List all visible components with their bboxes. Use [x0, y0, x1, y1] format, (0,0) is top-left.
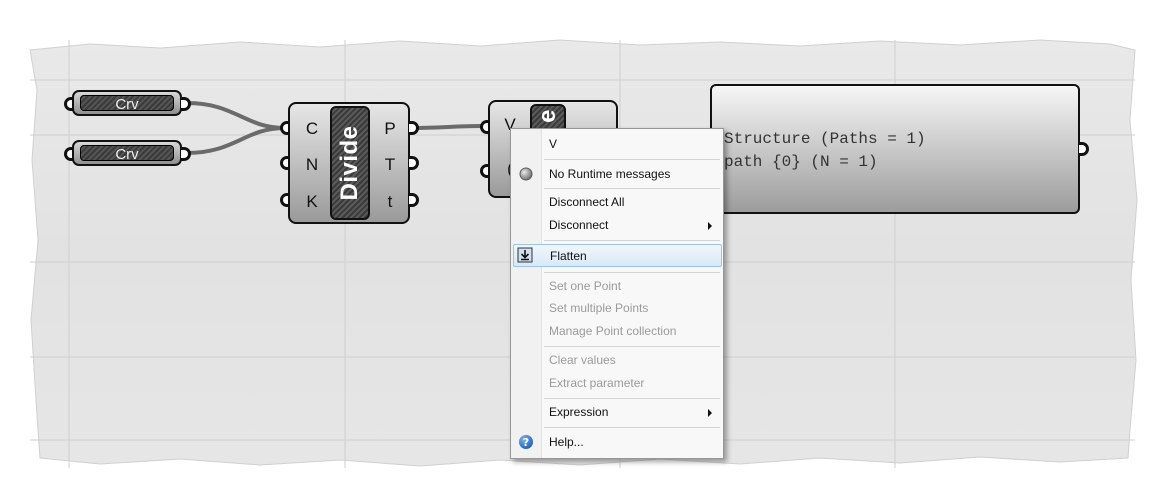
input-label-k: K — [306, 192, 318, 211]
input-label-n: N — [305, 155, 319, 174]
wire-divide-to-vector — [409, 124, 485, 130]
menu-item-disconnect-all[interactable]: Disconnect All — [513, 191, 722, 213]
crv-parameter-1[interactable]: Crv — [64, 90, 191, 118]
menu-item-set-one-point: Set one Point — [513, 275, 722, 297]
output-label-p: P — [384, 119, 396, 138]
menu-separator — [544, 427, 720, 428]
crv-parameter-2[interactable]: Crv — [64, 140, 191, 168]
panel-line-1: Structure (Paths = 1) — [724, 130, 926, 148]
menu-separator — [544, 240, 720, 241]
menu-item-disconnect[interactable]: Disconnect — [513, 214, 722, 236]
param-capsule: Crv — [72, 90, 182, 116]
menu-item-manage-point-collection: Manage Point collection — [513, 320, 722, 342]
menu-separator — [544, 346, 720, 347]
menu-separator — [544, 188, 720, 189]
menu-item-label: Clear values — [549, 353, 616, 367]
component-name-tile: Divide — [330, 106, 370, 220]
menu-item-label: Disconnect All — [549, 195, 625, 209]
menu-header-v: V — [549, 137, 558, 151]
output-grip[interactable] — [181, 147, 191, 161]
menu-item-expression[interactable]: Expression — [513, 401, 722, 423]
output-grip-p[interactable] — [409, 121, 419, 135]
menu-item-label: Expression — [549, 405, 609, 419]
param-capsule: Crv — [72, 140, 182, 166]
param-label: Crv — [80, 145, 174, 163]
output-grip-t-lower[interactable] — [409, 193, 419, 207]
menu-item-label: No Runtime messages — [549, 167, 671, 181]
menu-item-label: Set one Point — [549, 279, 622, 293]
output-grip[interactable] — [181, 97, 191, 111]
output-label-t-lower: t — [387, 192, 393, 211]
flatten-icon — [517, 247, 533, 263]
menu-item-label: Disconnect — [549, 218, 609, 232]
component-body: C N K Divide P T t — [288, 102, 410, 224]
menu-item-flatten[interactable]: Flatten — [513, 244, 722, 267]
grasshopper-canvas[interactable]: Crv Crv C N K Divide P T t V e Structure… — [0, 0, 1155, 484]
context-menu[interactable]: V No Runtime messages Disconnect All Dis… — [510, 128, 724, 459]
output-grip[interactable] — [1079, 142, 1089, 156]
panel-line-2: path {0} (N = 1) — [724, 153, 878, 171]
menu-item-help[interactable]: ? Help... — [513, 431, 722, 453]
menu-item-label: Set multiple Points — [549, 301, 649, 315]
menu-separator — [544, 272, 720, 273]
svg-text:?: ? — [523, 436, 529, 449]
output-label-t-upper: T — [384, 155, 396, 174]
submenu-arrow-icon — [708, 409, 712, 417]
input-label-c: C — [305, 119, 319, 138]
menu-separator — [544, 398, 720, 399]
help-icon: ? — [518, 434, 534, 450]
menu-item-label: Manage Point collection — [549, 324, 677, 338]
menu-item-label: Help... — [549, 435, 584, 449]
menu-item-clear-values: Clear values — [513, 349, 722, 371]
menu-separator — [544, 159, 720, 160]
menu-item-no-runtime-messages[interactable]: No Runtime messages — [513, 163, 722, 185]
submenu-arrow-icon — [708, 222, 712, 230]
menu-item-set-multiple-points: Set multiple Points — [513, 297, 722, 319]
output-grip-t-upper[interactable] — [409, 156, 419, 170]
component-title: Divide — [336, 125, 363, 201]
param-label: Crv — [80, 95, 174, 113]
gray-dot-icon — [518, 166, 534, 182]
data-panel[interactable]: Structure (Paths = 1) path {0} (N = 1) — [710, 84, 1090, 216]
component-title: e — [534, 109, 561, 123]
divide-component[interactable]: C N K Divide P T t — [280, 102, 420, 224]
menu-item-label: Flatten — [550, 249, 587, 263]
panel-body: Structure (Paths = 1) path {0} (N = 1) — [710, 84, 1080, 214]
menu-item-extract-parameter: Extract parameter — [513, 372, 722, 394]
menu-item-label: Extract parameter — [549, 376, 645, 390]
